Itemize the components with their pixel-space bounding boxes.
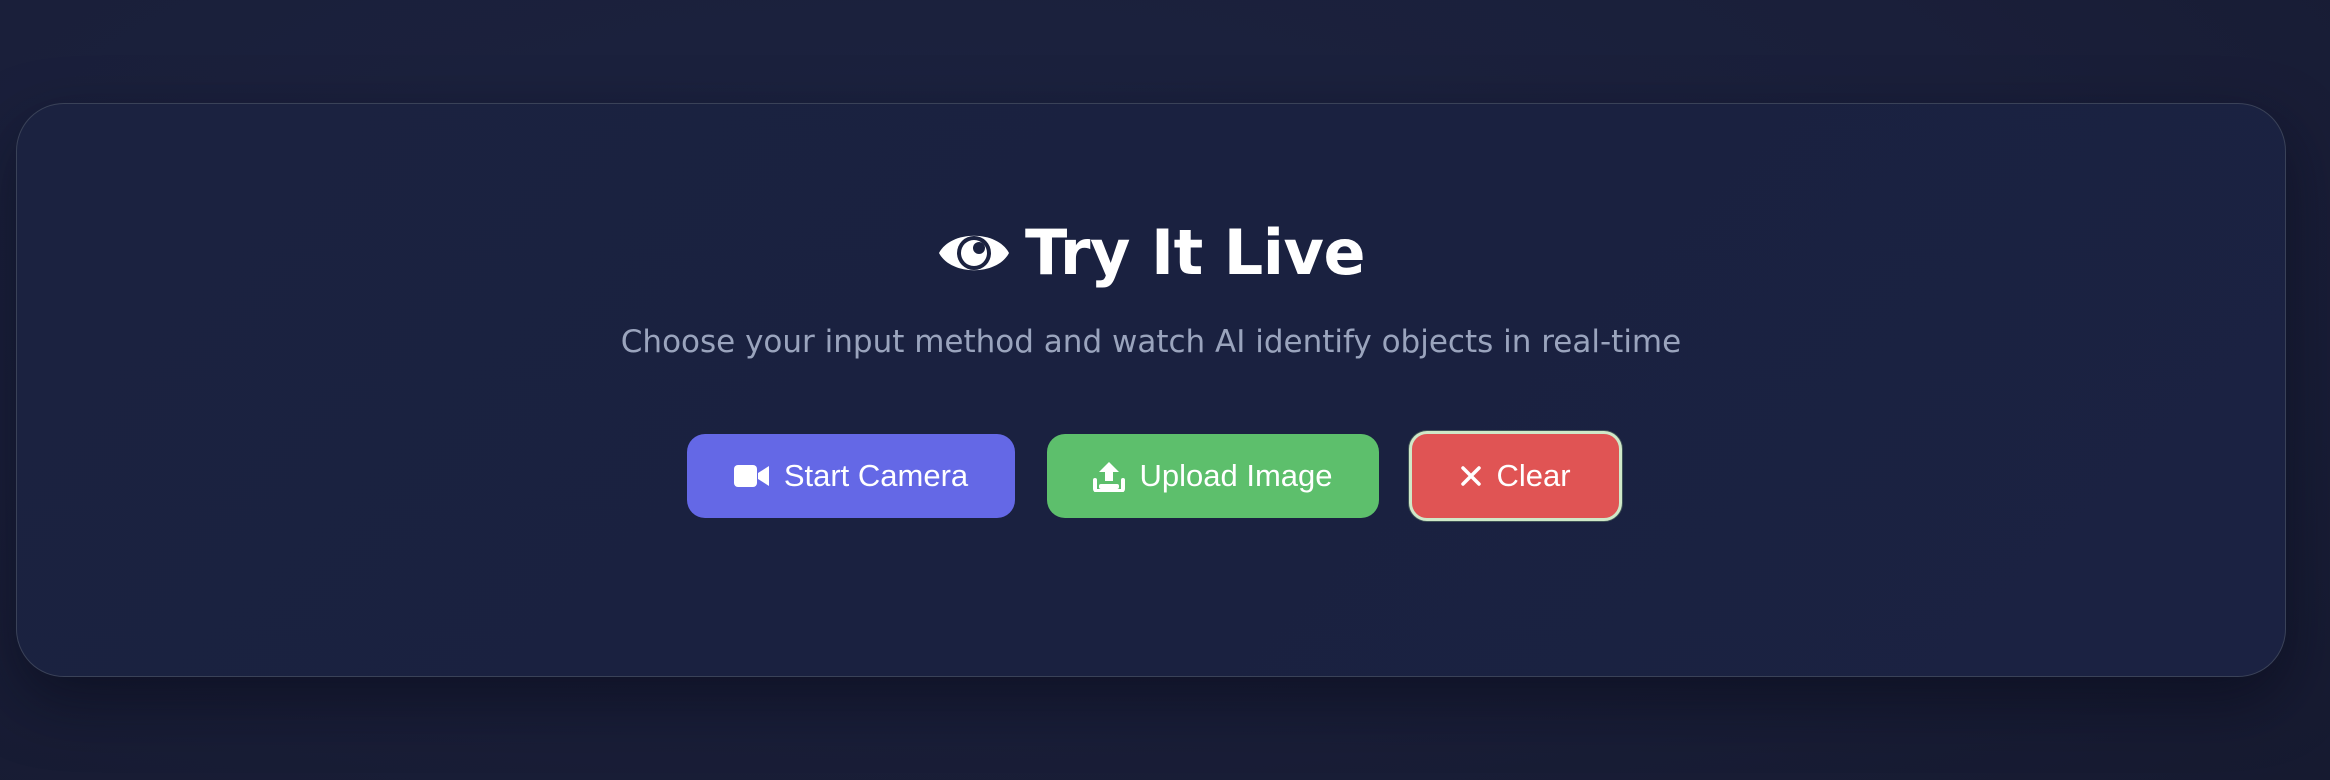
start-camera-label: Start Camera xyxy=(783,458,969,493)
video-camera-icon xyxy=(733,463,770,489)
action-buttons: Start Camera Upload Image Clear xyxy=(17,431,2285,521)
upload-icon xyxy=(1093,460,1126,492)
start-camera-button[interactable]: Start Camera xyxy=(687,434,1015,518)
close-icon xyxy=(1460,465,1482,487)
clear-label: Clear xyxy=(1496,458,1571,493)
section-header: Try It Live xyxy=(17,216,2285,290)
upload-image-label: Upload Image xyxy=(1139,458,1333,493)
section-subtitle: Choose your input method and watch AI id… xyxy=(620,324,1682,360)
try-it-live-card: Try It Live Choose your input method and… xyxy=(16,103,2286,677)
section-title: Try It Live xyxy=(1024,216,1366,289)
upload-image-button[interactable]: Upload Image xyxy=(1047,434,1379,518)
eye-icon xyxy=(937,216,1011,290)
clear-button[interactable]: Clear xyxy=(1409,431,1622,521)
